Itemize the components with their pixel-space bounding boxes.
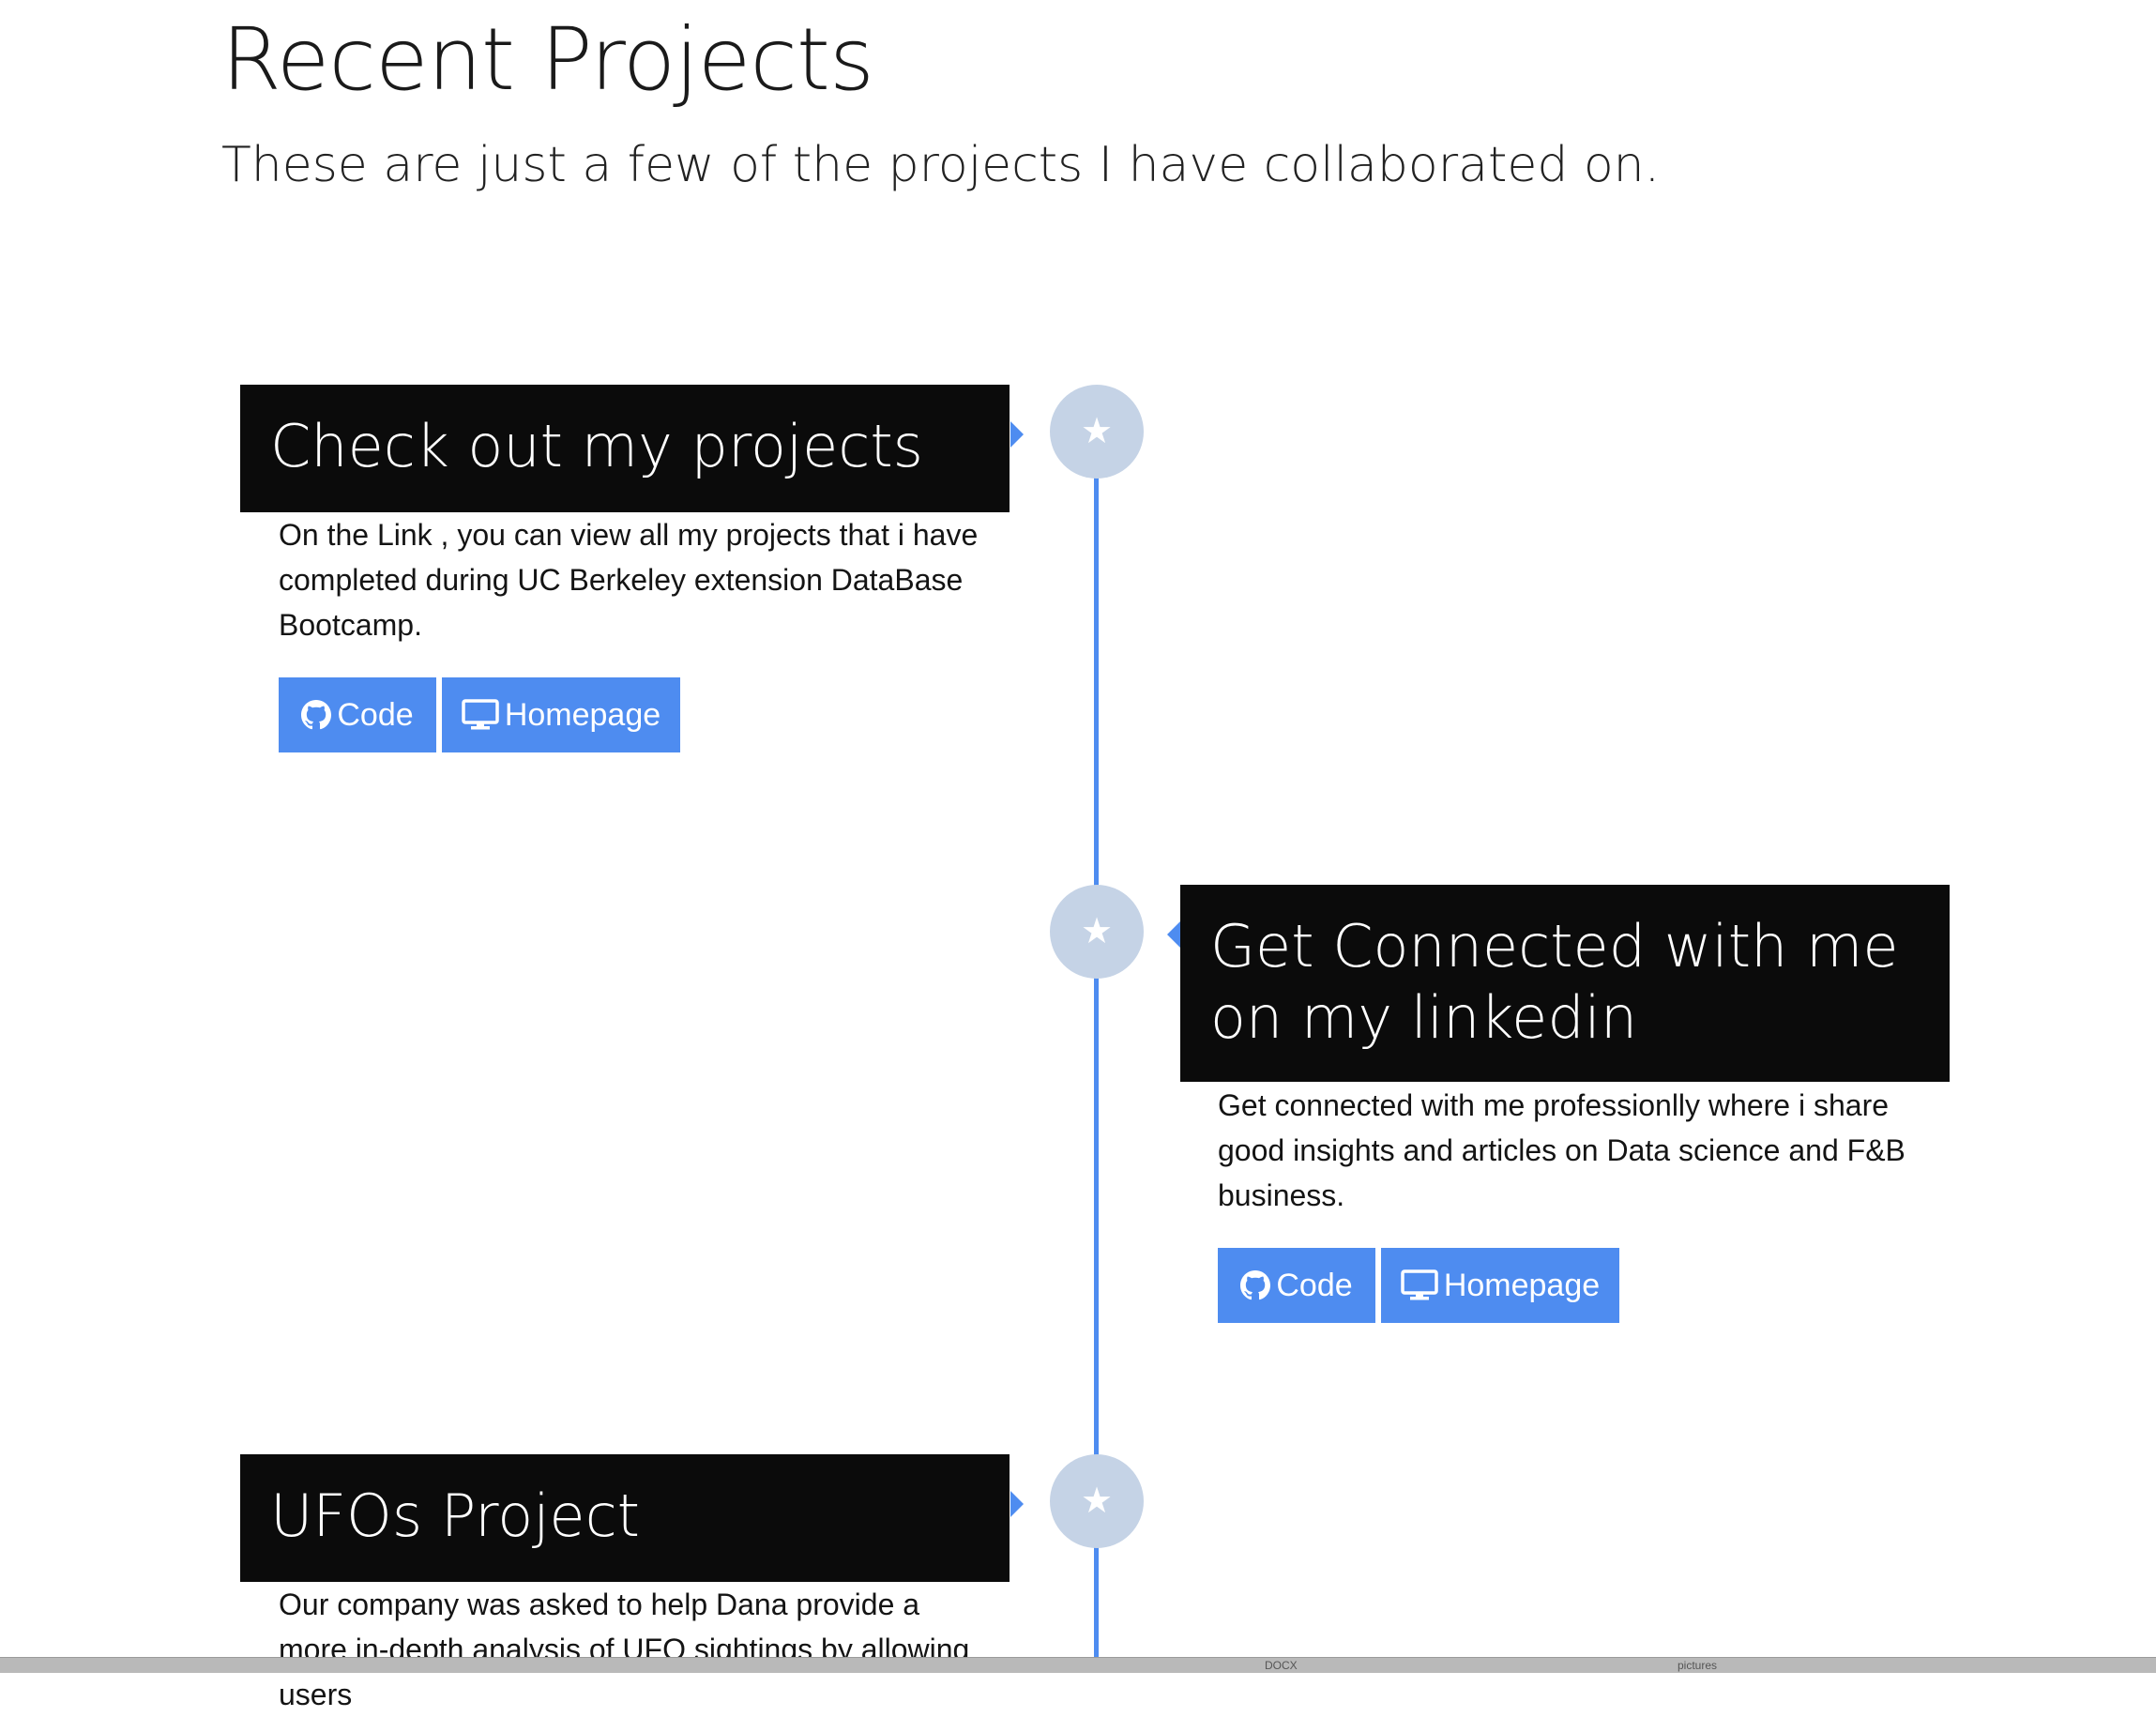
- timeline-panel-heading: Check out my projects: [240, 385, 1010, 512]
- page-title: Recent Projects: [221, 9, 874, 110]
- code-button-label: Code: [337, 696, 414, 733]
- timeline-panel-heading: UFOs Project: [240, 1454, 1010, 1582]
- star-icon: ★: [1080, 912, 1114, 951]
- code-button[interactable]: Code: [1218, 1248, 1375, 1323]
- timeline-body: Our company was asked to help Dana provi…: [279, 1588, 970, 1711]
- timeline-actions: Code Homepage: [1218, 1248, 1619, 1323]
- timeline-actions: Code Homepage: [279, 677, 680, 752]
- homepage-button-label: Homepage: [504, 696, 661, 733]
- panel-arrow: [1167, 921, 1180, 948]
- timeline-heading: UFOs Project: [270, 1481, 640, 1550]
- github-icon: [1240, 1270, 1271, 1300]
- timeline-badge: ★: [1050, 885, 1144, 979]
- code-button[interactable]: Code: [279, 677, 436, 752]
- timeline-badge: ★: [1050, 385, 1144, 479]
- homepage-button[interactable]: Homepage: [1381, 1248, 1619, 1323]
- monitor-icon: [1401, 1269, 1438, 1301]
- timeline-badge: ★: [1050, 1454, 1144, 1548]
- star-icon: ★: [1080, 1481, 1114, 1521]
- monitor-icon: [462, 699, 499, 731]
- timeline-heading: Check out my projects: [270, 412, 923, 480]
- homepage-button[interactable]: Homepage: [442, 677, 680, 752]
- panel-arrow: [1010, 1491, 1024, 1517]
- timeline-panel-heading: Get Connected with me on my linkedin: [1180, 885, 1950, 1082]
- timeline-heading: Get Connected with me on my linkedin: [1210, 912, 1899, 1052]
- taskbar-item[interactable]: pictures: [1678, 1658, 1717, 1673]
- panel-arrow: [1010, 421, 1024, 448]
- taskbar: DOCX pictures: [0, 1657, 2156, 1673]
- page-subtitle: These are just a few of the projects I h…: [221, 137, 1661, 193]
- timeline-body: On the Link , you can view all my projec…: [279, 518, 979, 642]
- taskbar-item[interactable]: DOCX: [1265, 1658, 1298, 1673]
- star-icon: ★: [1080, 412, 1114, 451]
- code-button-label: Code: [1276, 1267, 1353, 1303]
- github-icon: [301, 700, 332, 730]
- timeline-body: Get connected with me professionlly wher…: [1218, 1088, 1905, 1212]
- homepage-button-label: Homepage: [1443, 1267, 1601, 1303]
